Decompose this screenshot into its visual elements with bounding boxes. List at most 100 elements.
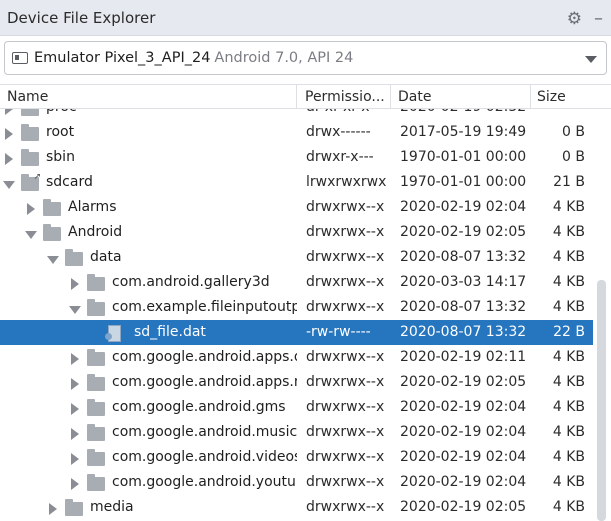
item-name: root <box>46 124 75 140</box>
expand-arrow-icon[interactable] <box>5 128 13 140</box>
permissions-cell: drwxrwx--x <box>306 299 385 315</box>
folder-row[interactable]: com.google.android.apps.maps drwxrwx--x 20… <box>0 370 593 395</box>
item-name: com.android.gallery3d <box>112 274 270 290</box>
folder-icon <box>65 499 83 516</box>
collapse-arrow-icon[interactable] <box>25 231 37 239</box>
folder-icon <box>87 424 105 441</box>
column-header-permissions[interactable]: Permissio... <box>305 89 385 105</box>
date-cell: 2020-03-03 14:17 <box>400 274 527 290</box>
vertical-scrollbar[interactable] <box>597 280 606 521</box>
folder-icon <box>87 449 105 466</box>
permissions-cell: drwxrwx--x <box>306 449 385 465</box>
date-cell: 1970-01-01 00:00 <box>400 174 527 190</box>
item-name: media <box>90 499 134 515</box>
collapse-arrow-icon[interactable] <box>47 256 59 264</box>
device-detail: Android 7.0, API 24 <box>214 50 354 66</box>
item-name: Android <box>68 224 123 240</box>
gear-icon[interactable]: ⚙ <box>567 9 582 29</box>
device-selector[interactable]: Emulator Pixel_3_API_24 Android 7.0, API … <box>4 41 607 75</box>
folder-icon <box>21 124 39 141</box>
folder-row[interactable]: media drwxrwx--x 2020-02-19 02:05 4 KB <box>0 495 593 520</box>
column-divider[interactable] <box>296 85 297 108</box>
permissions-cell: drwxr-x--- <box>306 149 374 165</box>
expand-arrow-icon[interactable] <box>49 503 57 515</box>
expand-arrow-icon[interactable] <box>71 278 79 290</box>
expand-arrow-icon[interactable] <box>71 403 79 415</box>
phone-icon <box>12 52 28 64</box>
folder-row[interactable]: com.google.android.music drwxrwx--x 2020-0… <box>0 420 593 445</box>
name-cell: data <box>0 249 297 269</box>
folder-row[interactable]: proc dr-xr-xr-x 2020-02-19 02:32 <box>0 109 593 120</box>
item-name: proc <box>46 109 77 115</box>
date-cell: 1970-01-01 00:00 <box>400 149 527 165</box>
expand-arrow-icon[interactable] <box>71 353 79 365</box>
file-row[interactable]: sd_file.dat -rw-rw---- 2020-08-07 13:32 22 … <box>0 320 593 345</box>
column-divider[interactable] <box>390 85 391 108</box>
name-cell: ↗ sdcard <box>0 174 297 194</box>
date-cell: 2020-08-07 13:32 <box>400 249 527 265</box>
column-header-date[interactable]: Date <box>398 89 431 105</box>
size-cell: 22 B <box>553 324 585 340</box>
name-cell: Alarms <box>0 199 297 219</box>
size-cell: 4 KB <box>552 274 585 290</box>
date-cell: 2020-08-07 13:32 <box>400 324 527 340</box>
folder-row[interactable]: ↗ sdcard lrwxrwxrwx 1970-01-01 00:00 21 B <box>0 170 593 195</box>
folder-row[interactable]: root drwx------ 2017-05-19 19:49 0 B <box>0 120 593 145</box>
expand-arrow-icon[interactable] <box>27 203 35 215</box>
folder-icon <box>87 299 105 316</box>
expand-arrow-icon[interactable] <box>5 153 13 165</box>
expand-arrow-icon[interactable] <box>71 378 79 390</box>
expand-arrow-icon[interactable] <box>71 428 79 440</box>
chevron-down-icon[interactable] <box>585 56 597 63</box>
expand-arrow-icon[interactable] <box>71 453 79 465</box>
folder-row[interactable]: Alarms drwxrwx--x 2020-02-19 02:04 4 KB <box>0 195 593 220</box>
date-cell: 2020-02-19 02:05 <box>400 224 527 240</box>
item-name: sdcard <box>46 174 93 190</box>
size-cell: 4 KB <box>552 199 585 215</box>
date-cell: 2020-08-07 13:32 <box>400 299 527 315</box>
folder-row[interactable]: data drwxrwx--x 2020-08-07 13:32 4 KB <box>0 245 593 270</box>
item-name: sbin <box>46 149 75 165</box>
folder-row[interactable]: Android drwxrwx--x 2020-02-19 02:05 4 KB <box>0 220 593 245</box>
collapse-arrow-icon[interactable] <box>3 181 15 189</box>
column-header-size[interactable]: Size <box>537 89 566 105</box>
item-name: com.google.android.music <box>112 424 297 440</box>
item-name: com.google.android.videos <box>112 449 297 465</box>
name-cell: media <box>0 499 297 519</box>
folder-icon <box>87 349 105 366</box>
size-cell: 0 B <box>562 124 585 140</box>
permissions-cell: drwxrwx--x <box>306 199 385 215</box>
item-name: Alarms <box>68 199 117 215</box>
folder-row[interactable]: com.google.android.videos drwxrwx--x 2020-… <box>0 445 593 470</box>
expand-arrow-icon[interactable] <box>71 478 79 490</box>
folder-row[interactable]: com.google.android.apps.docs drwxrwx--x 20… <box>0 345 593 370</box>
minimize-icon[interactable]: – <box>594 8 603 29</box>
name-cell: com.google.android.youtube <box>0 474 297 494</box>
name-cell: proc <box>0 109 297 119</box>
name-cell: com.google.android.music <box>0 424 297 444</box>
folder-row[interactable]: com.google.android.gms drwxrwx--x 2020-02-… <box>0 395 593 420</box>
size-cell: 4 KB <box>552 349 585 365</box>
folder-row[interactable]: com.google.android.youtube drwxrwx--x 2020… <box>0 470 593 495</box>
size-cell: 4 KB <box>552 299 585 315</box>
folder-row[interactable]: com.android.gallery3d drwxrwx--x 2020-03-0… <box>0 270 593 295</box>
date-cell: 2020-02-19 02:05 <box>400 499 527 515</box>
size-cell: 4 KB <box>552 249 585 265</box>
column-header-name[interactable]: Name <box>7 89 48 105</box>
folder-row[interactable]: com.example.fileinputoutput drwxrwx--x 202… <box>0 295 593 320</box>
item-name: com.google.android.apps.docs <box>112 349 297 365</box>
device-name: Emulator Pixel_3_API_24 <box>34 50 211 66</box>
name-cell: com.android.gallery3d <box>0 274 297 294</box>
size-cell: 4 KB <box>552 399 585 415</box>
folder-row[interactable]: sbin drwxr-x--- 1970-01-01 00:00 0 B <box>0 145 593 170</box>
size-cell: 4 KB <box>552 499 585 515</box>
collapse-arrow-icon[interactable] <box>69 306 81 314</box>
column-divider[interactable] <box>530 85 531 108</box>
folder-link-icon: ↗ <box>21 174 41 191</box>
folder-icon <box>87 374 105 391</box>
expand-arrow-icon[interactable] <box>5 109 13 115</box>
name-cell: com.google.android.gms <box>0 399 297 419</box>
size-cell: 21 B <box>553 174 585 190</box>
date-cell: 2020-02-19 02:04 <box>400 449 527 465</box>
name-cell: com.google.android.apps.maps <box>0 374 297 394</box>
